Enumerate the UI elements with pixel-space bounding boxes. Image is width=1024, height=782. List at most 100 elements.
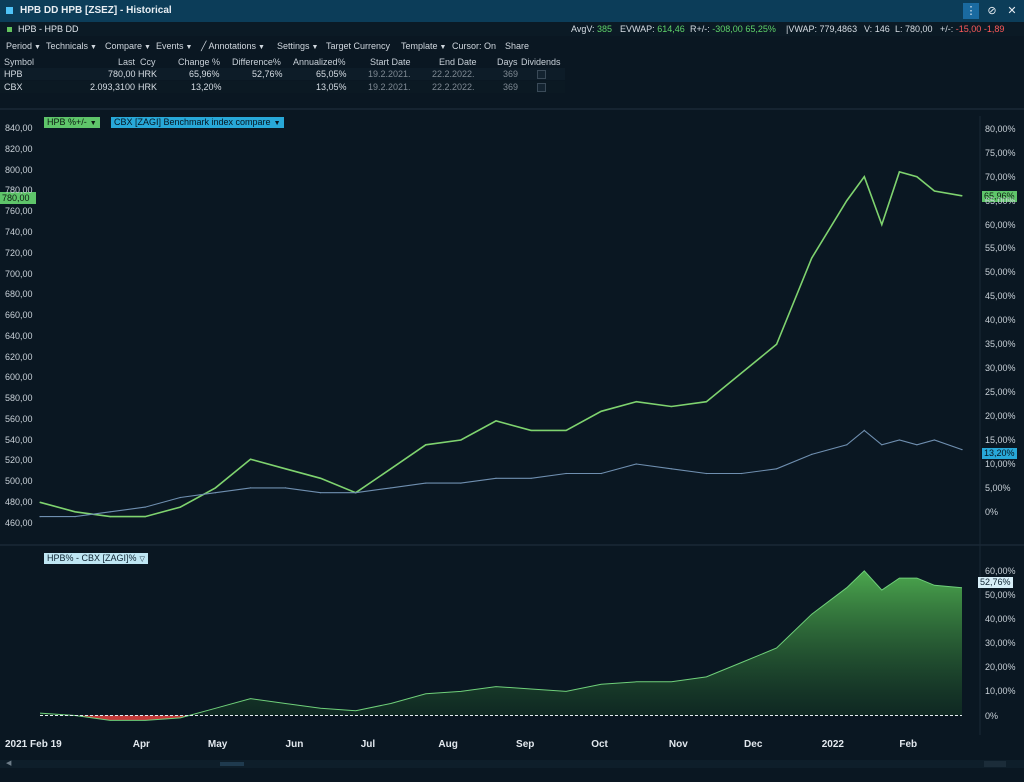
left-axis-tick: 520,00	[5, 455, 33, 466]
time-axis-label: May	[207, 739, 228, 750]
cbx-data-point	[355, 492, 357, 494]
hpb-data-point	[600, 410, 602, 412]
hpb-data-point	[776, 343, 778, 345]
cbx-data-point	[776, 468, 778, 470]
left-axis-tick: 460,00	[5, 517, 33, 528]
time-axis-label: Dec	[744, 739, 763, 750]
left-axis-tick: 700,00	[5, 268, 33, 279]
hpb-data-point	[881, 224, 883, 226]
right-axis-tick: 45,00%	[985, 291, 1016, 302]
cbx-data-point	[74, 516, 76, 518]
cbx-series-line[interactable]	[40, 429, 963, 518]
hpb-data-point	[898, 171, 901, 173]
cbx-data-point	[933, 439, 936, 441]
cbx-data-point	[740, 472, 743, 475]
left-axis-tick: 560,00	[5, 413, 33, 424]
cbx-data-point	[39, 516, 41, 518]
time-axis-label: Apr	[132, 739, 150, 750]
hpb-data-point	[425, 444, 427, 446]
time-scrollbar[interactable]: ◀	[0, 753, 1024, 782]
time-axis-label: Jun	[285, 739, 304, 750]
difference-axis-tick: 60,00%	[985, 565, 1016, 576]
difference-axis-tick: 40,00%	[985, 614, 1016, 625]
cbx-data-point	[390, 487, 392, 489]
scrollbar-track[interactable]	[0, 760, 1024, 768]
right-axis-tick: 60,00%	[985, 219, 1016, 230]
cbx-data-point	[811, 453, 813, 455]
cbx-data-point	[565, 472, 567, 475]
time-axis-label: Oct	[591, 739, 608, 750]
time-axis-label: Sep	[516, 739, 535, 750]
hpb-data-point	[933, 190, 936, 192]
cbx-data-point	[916, 444, 918, 446]
hpb-data-point	[705, 401, 708, 403]
right-axis-tick: 0%	[985, 506, 999, 517]
hpb-data-point	[249, 458, 252, 460]
right-axis-tick: 50,00%	[985, 267, 1016, 278]
cbx-data-point	[670, 468, 673, 470]
cbx-data-point	[635, 463, 637, 465]
left-axis-tick: 580,00	[5, 393, 33, 404]
scroll-right-icon[interactable]	[984, 761, 1006, 767]
legend-cbx[interactable]: CBX [ZAGI] Benchmark index compare ▼	[111, 117, 284, 128]
cbx-data-point	[249, 487, 252, 489]
legend-hpb[interactable]: HPB %+/- ▼	[44, 117, 100, 128]
scrollbar-thumb[interactable]	[220, 762, 244, 766]
hpb-data-point	[74, 511, 76, 513]
scroll-left-icon[interactable]: ◀	[6, 760, 14, 767]
right-axis-tick: 35,00%	[985, 339, 1016, 350]
left-axis-tick: 640,00	[5, 330, 33, 341]
difference-axis-tick: 10,00%	[985, 686, 1016, 697]
left-axis-tick: 720,00	[5, 247, 33, 258]
hpb-series-line[interactable]	[39, 170, 963, 518]
hpb-data-point	[565, 429, 567, 431]
right-axis-tick: 70,00%	[985, 171, 1016, 182]
cbx-data-point	[144, 506, 146, 508]
left-axis-tick: 740,00	[5, 226, 33, 237]
cbx-data-point	[214, 492, 216, 494]
hpb-data-point	[846, 200, 848, 202]
time-axis-label: Feb	[899, 739, 918, 750]
hpb-data-point	[670, 405, 673, 408]
hpb-data-point	[863, 176, 865, 178]
diff-pct-badge: 52,76%	[978, 577, 1013, 588]
left-axis-tick: 500,00	[5, 476, 33, 487]
cbx-data-point	[863, 429, 865, 431]
left-axis-tick: 680,00	[5, 289, 33, 300]
difference-area-positive[interactable]	[40, 570, 962, 721]
cbx-data-point	[460, 482, 462, 484]
cbx-data-point	[109, 511, 111, 513]
cbx-data-point	[284, 487, 287, 489]
left-axis-tick: 820,00	[5, 143, 33, 154]
left-axis-tick: 600,00	[5, 372, 33, 383]
hpb-data-point	[320, 477, 322, 479]
difference-axis-tick: 20,00%	[985, 662, 1016, 673]
hpb-data-point	[39, 501, 41, 503]
hpb-data-point	[109, 516, 111, 518]
left-axis-tick: 480,00	[5, 496, 33, 507]
cbx-data-point	[495, 477, 497, 479]
left-axis-tick: 760,00	[5, 206, 33, 217]
right-axis-tick: 15,00%	[985, 435, 1016, 446]
right-axis-tick: 65,00%	[985, 195, 1016, 206]
hpb-data-point	[390, 468, 392, 470]
right-axis-tick: 80,00%	[985, 123, 1016, 134]
cbx-data-point	[425, 482, 427, 484]
time-axis-label: 2021 Feb 19	[5, 739, 62, 750]
right-axis-tick: 10,00%	[985, 458, 1016, 469]
hpb-data-point	[916, 176, 918, 178]
hpb-data-point	[284, 468, 287, 470]
cbx-data-point	[179, 496, 181, 499]
hpb-data-point	[144, 516, 146, 518]
cbx-pct-badge: 13,20%	[982, 448, 1017, 459]
cbx-data-point	[881, 444, 883, 446]
right-axis-tick: 30,00%	[985, 363, 1016, 374]
hpb-data-point	[460, 439, 462, 441]
price-pane	[39, 170, 963, 518]
right-axis-tick: 55,00%	[985, 243, 1016, 254]
legend-difference[interactable]: HPB% - CBX [ZAGI]% ▽	[44, 553, 148, 564]
hpb-data-point	[530, 429, 532, 431]
cbx-data-point	[320, 492, 322, 494]
right-axis-tick: 75,00%	[985, 147, 1016, 158]
right-axis-tick: 40,00%	[985, 315, 1016, 326]
